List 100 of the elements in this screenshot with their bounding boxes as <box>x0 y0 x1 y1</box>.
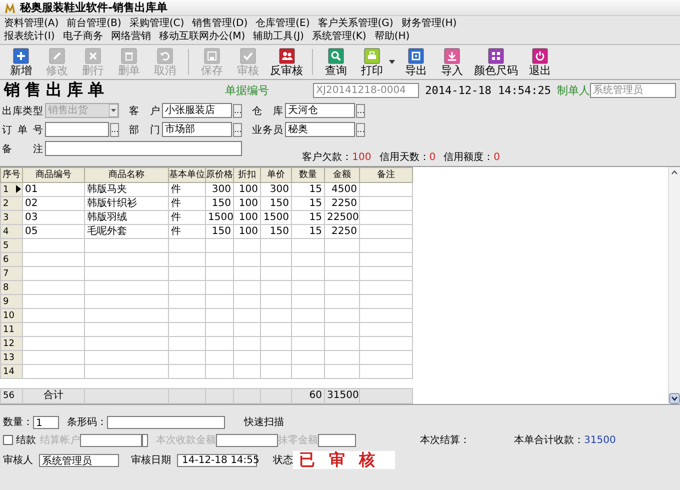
scrollbar[interactable] <box>668 167 680 404</box>
palette-icon <box>488 48 504 64</box>
browse-button[interactable]: ... <box>110 122 119 136</box>
field-label: 订单号 <box>2 124 44 136</box>
field-label: 数量： <box>3 416 33 429</box>
field-label: 出库类型 <box>2 104 44 118</box>
toolbar-button[interactable]: 新增 <box>4 46 38 78</box>
column-header[interactable]: 原价格 <box>206 168 234 182</box>
input-field[interactable] <box>45 122 109 137</box>
toolbar-button[interactable]: 退出 <box>523 46 557 78</box>
toolbar-button[interactable]: 导出 <box>399 46 433 78</box>
input-field[interactable]: 市场部 <box>162 122 232 137</box>
input-field[interactable]: 小张服装店 <box>162 103 232 118</box>
browse-button[interactable]: ... <box>233 122 242 136</box>
credit-label: 信用天数：0 <box>379 152 436 163</box>
table-cell: 韩版马夹 <box>84 182 168 196</box>
input-field[interactable]: 系统管理员 <box>39 454 119 466</box>
menu-item[interactable]: 帮助(H) <box>374 30 410 42</box>
browse-button[interactable]: ... <box>356 122 365 136</box>
floppy-icon <box>204 48 220 64</box>
browse-button[interactable] <box>142 434 148 446</box>
toolbar-button[interactable]: 颜色尺码 <box>471 46 521 78</box>
menu-item[interactable]: 移动互联网办公(M) <box>158 30 246 42</box>
column-header[interactable]: 备注 <box>360 168 412 182</box>
column-header[interactable]: 单价 <box>260 168 292 182</box>
table-cell: 件 <box>168 196 206 210</box>
row-number: 12 <box>0 336 22 350</box>
table-cell: 22500 <box>324 210 360 224</box>
check-icon <box>240 48 256 64</box>
form-heading: 销售出库单 <box>4 80 109 100</box>
table-cell: 150 <box>260 196 292 210</box>
menu-item[interactable]: 销售管理(D) <box>192 18 248 30</box>
table-cell: 300 <box>206 182 234 196</box>
column-header[interactable]: 序号 <box>0 168 22 182</box>
row-number: 3 <box>0 210 22 224</box>
input-field[interactable] <box>80 434 142 446</box>
date-time: 2014-12-18 14:54:25 <box>425 84 551 96</box>
table-cell: 1500 <box>260 210 292 224</box>
table-cell: 15 <box>292 224 324 238</box>
date-picker[interactable]: 14-12-18 14:55 <box>177 454 257 466</box>
input-field[interactable]: XJ20141218-0004 <box>313 82 420 98</box>
field-label: 快速扫描 <box>244 416 284 429</box>
field-label: 条形码： <box>67 416 107 429</box>
row-number: 6 <box>0 252 22 266</box>
table-cell: 合计 <box>22 388 84 404</box>
field-label: 本次收款金额 <box>156 434 216 447</box>
table-cell: 150 <box>206 196 234 210</box>
column-header[interactable]: 商品编号 <box>22 168 84 182</box>
toolbar-button[interactable]: 导入 <box>435 46 469 78</box>
table-cell: 100 <box>234 196 260 210</box>
printer-icon <box>364 48 380 64</box>
column-header[interactable]: 金额 <box>324 168 360 182</box>
menu-item[interactable]: 网络营销 <box>110 30 151 42</box>
input-field[interactable] <box>318 434 356 446</box>
export-icon <box>408 48 424 64</box>
menu-item[interactable]: 采购管理(C) <box>129 18 184 30</box>
row-number: 7 <box>0 266 22 280</box>
menu-item[interactable]: 系统管理(K) <box>312 30 366 42</box>
input-field[interactable]: 秘奥 <box>285 122 355 137</box>
caret-icon[interactable] <box>389 60 395 64</box>
field-label: 结算帐户 <box>40 434 80 447</box>
row-number: 14 <box>0 364 22 378</box>
menu-item[interactable]: 客户关系管理(G) <box>318 18 394 30</box>
menu-item[interactable]: 财务管理(H) <box>401 18 457 30</box>
menu-item[interactable]: 报表统计(I) <box>4 30 55 42</box>
credit-label: 客户欠款：100 <box>302 152 372 163</box>
field-label: 制单人 <box>557 82 590 98</box>
field-label: 审核人 <box>3 454 33 467</box>
table-cell: 100 <box>234 182 260 196</box>
field-label: 审核日期 <box>131 454 171 467</box>
row-number: 13 <box>0 350 22 364</box>
column-header[interactable]: 数量 <box>292 168 324 182</box>
toolbar-button[interactable]: 查询 <box>319 46 353 78</box>
table-cell: 03 <box>22 210 84 224</box>
column-header[interactable]: 基本单位 <box>168 168 206 182</box>
table-cell: 件 <box>168 182 206 196</box>
field-label: 单据编号 <box>225 82 270 98</box>
toolbar-button[interactable]: 反审核 <box>267 46 306 78</box>
toolbar-button[interactable]: 打印 <box>355 46 389 78</box>
row-pointer-icon <box>16 185 21 193</box>
table-cell: 件 <box>168 210 206 224</box>
menu-item[interactable]: 辅助工具(J) <box>253 30 304 42</box>
input-field[interactable]: 系统管理员 <box>590 82 676 98</box>
input-field[interactable] <box>45 141 242 156</box>
menu-item[interactable]: 电子商务 <box>62 30 103 42</box>
checkbox-label: 结款 <box>16 434 36 447</box>
field-label: 备注 <box>2 142 44 156</box>
browse-button[interactable]: ... <box>233 104 242 118</box>
column-header[interactable]: 折扣 <box>234 168 260 182</box>
menu-item[interactable]: 仓库管理(E) <box>256 18 310 30</box>
input-field[interactable] <box>107 416 225 428</box>
field-label: 业务员 <box>252 124 284 136</box>
input-field[interactable]: 天河仓 <box>285 103 355 118</box>
input-field[interactable] <box>216 434 278 446</box>
menu-item[interactable]: 资料管理(A) <box>4 18 59 30</box>
undo-icon <box>157 48 173 64</box>
browse-button[interactable]: ... <box>356 104 365 118</box>
column-header[interactable]: 商品名称 <box>84 168 168 182</box>
input-field[interactable]: 1 <box>33 416 59 428</box>
menu-item[interactable]: 前台管理(B) <box>66 18 122 30</box>
